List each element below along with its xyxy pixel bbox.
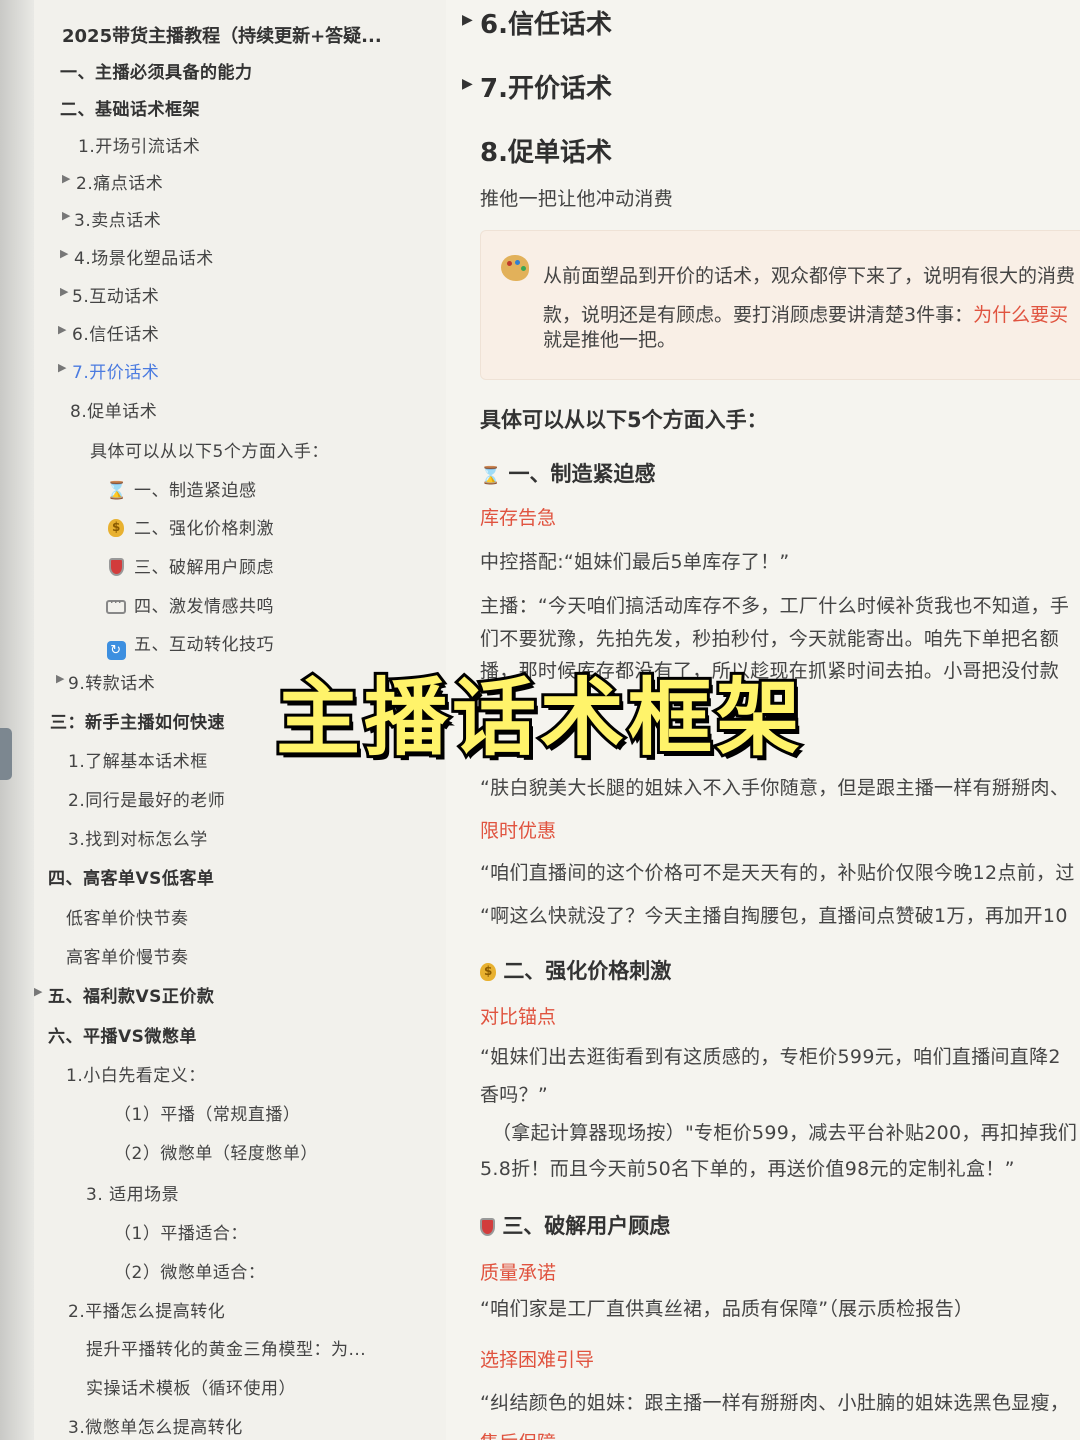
paragraph: （拿起计算器现场按）"专柜价599，减去平台补贴200，再扣掉我们: [492, 1122, 1078, 1144]
caret-right-icon[interactable]: ▶: [462, 76, 473, 92]
paragraph: 们不要犹豫，先拍先发，秒拍秒付，今天就能寄出。咱先下单把名额: [480, 628, 1060, 650]
paragraph: “咱们家是工厂直供真丝裙，品质有保障”（展示质检报告）: [480, 1298, 974, 1320]
document-title[interactable]: 2025带货主播教程（持续更新+答疑...: [62, 22, 382, 48]
outline-item-flat-fit[interactable]: （1）平播适合：: [114, 1219, 248, 1244]
outline-item-trust[interactable]: 6.信任话术: [72, 320, 159, 345]
outline-item-peers[interactable]: 2.同行是最好的老师: [68, 786, 225, 811]
outline-item-concerns[interactable]: 三、破解用户顾虑: [106, 553, 274, 578]
outline-item-closing[interactable]: 8.促单话术: [70, 397, 157, 422]
outline-item-script-template[interactable]: 实操话术模板（循环使用）: [86, 1374, 296, 1399]
five-aspects-heading: 具体可以从以下5个方面入手：: [480, 408, 768, 432]
outline-item-flat-vs-hold[interactable]: 六、平播VS微憋单: [48, 1022, 197, 1047]
heading-trust-script: 6.信任话术: [480, 10, 612, 40]
outline-item-scene[interactable]: 4.场景化塑品话术: [74, 244, 214, 269]
subheading-stock-alert: 库存告急: [480, 507, 557, 529]
outline-item-welfare[interactable]: 五、福利款VS正价款: [48, 982, 214, 1007]
shield-icon: [480, 1218, 495, 1236]
outline-item-pain-point[interactable]: 2.痛点话术: [76, 169, 163, 194]
caret-right-icon[interactable]: ▶: [62, 209, 70, 222]
outline-item-golden-triangle[interactable]: 提升平播转化的黄金三角模型：为...: [86, 1335, 366, 1360]
outline-item-definition[interactable]: 1.小白先看定义：: [66, 1061, 206, 1086]
outline-item-flat-conversion[interactable]: 2.平播怎么提高转化: [68, 1297, 225, 1322]
caret-right-icon[interactable]: ▶: [62, 172, 70, 185]
caret-right-icon[interactable]: ▶: [34, 985, 42, 998]
outline-item-interaction[interactable]: 5.互动话术: [72, 282, 159, 307]
screen: 2025带货主播教程（持续更新+答疑... 一、主播必须具备的能力 二、基础话术…: [0, 0, 1080, 1440]
money-bag-icon: [106, 519, 126, 539]
paragraph: 5.8折！而且今天前50名下单的，再送价值98元的定制礼盒！”: [480, 1158, 1015, 1180]
cycle-icon: ↻: [106, 635, 126, 660]
outline-item-five-aspects[interactable]: 具体可以从以下5个方面入手：: [90, 437, 329, 462]
heading-pricing-script: 7.开价话术: [480, 74, 612, 104]
subheading-choice: 选择困难引导: [480, 1349, 595, 1371]
section-concerns-heading: 三、破解用户顾虑: [480, 1210, 670, 1240]
section-price-heading: 二、强化价格刺激: [480, 955, 671, 985]
outline-item-emotion[interactable]: 四、激发情感共鸣: [106, 592, 274, 617]
callout-text-1: 从前面塑品到开价的话术，观众都停下来了，说明有很大的消费: [543, 265, 1076, 287]
caret-right-icon[interactable]: ▶: [60, 285, 68, 298]
overlay-title: 主播话术框架: [273, 666, 804, 770]
outline-item-high-ticket[interactable]: 高客单价慢节奏: [66, 943, 189, 968]
outline-item-price-stimulus[interactable]: 二、强化价格刺激: [106, 514, 274, 539]
caret-right-icon[interactable]: ▶: [58, 361, 66, 374]
hourglass-icon: ⌛: [106, 481, 128, 501]
outline-item-micro-hold[interactable]: （2）微憋单（轻度憋单）: [114, 1139, 318, 1164]
subheading-limited-offer: 限时优惠: [480, 820, 557, 842]
callout-box: 从前面塑品到开价的话术，观众都停下来了，说明有很大的消费 款，说明还是有顾虑。要…: [480, 230, 1080, 380]
callout-text-2: 款，说明还是有顾虑。要打消顾虑要讲清楚3件事：为什么要买: [543, 304, 1069, 326]
outline-item-low-ticket[interactable]: 低客单价快节奏: [66, 904, 189, 929]
heading-closing-script: 8.促单话术: [480, 138, 612, 168]
outline-item-abilities[interactable]: 一、主播必须具备的能力: [60, 58, 253, 83]
outline-item-urgency[interactable]: ⌛ 一、制造紧迫感: [106, 476, 257, 501]
paragraph: 香吗？”: [480, 1084, 549, 1106]
hourglass-icon: ⌛: [480, 466, 502, 486]
outline-item-ticket-size[interactable]: 四、高客单VS低客单: [48, 864, 214, 889]
paragraph: “姐妹们出去逛街看到有这质感的，专柜价599元，咱们直播间直降2: [480, 1046, 1061, 1068]
subheading-quality: 质量承诺: [480, 1262, 557, 1284]
caret-right-icon[interactable]: ▶: [58, 323, 66, 336]
outline-item-conversion[interactable]: ↻ 五、互动转化技巧: [106, 630, 274, 660]
palette-icon: [501, 255, 529, 281]
caret-right-icon[interactable]: ▶: [462, 12, 473, 28]
paragraph: 中控搭配:“姐妹们最后5单库存了！”: [480, 551, 790, 573]
paragraph: 主播：“今天咱们搞活动库存不多，工厂什么时候补货我也不知道，手: [480, 595, 1070, 617]
caret-right-icon[interactable]: ▶: [60, 247, 68, 260]
closing-description: 推他一把让他冲动消费: [480, 188, 674, 210]
paragraph: “啊这么快就没了？今天主播自掏腰包，直播间点赞破1万，再加开10: [480, 905, 1068, 927]
paragraph: “纠结颜色的姐妹：跟主播一样有掰掰肉、小肚腩的姐妹选黑色显瘦，: [480, 1392, 1070, 1414]
outline-item-benchmark[interactable]: 3.找到对标怎么学: [68, 825, 208, 850]
callout-text-3: 就是推他一把。: [543, 329, 677, 351]
money-bag-icon: [480, 963, 496, 981]
speech-bubble-icon: [106, 596, 126, 617]
subheading-after-sales: 售后保障: [480, 1428, 556, 1440]
outline-item-pricing[interactable]: 7.开价话术: [72, 358, 159, 383]
outline-item-framework[interactable]: 二、基础话术框架: [60, 95, 200, 120]
paragraph: “肤白貌美大长腿的姐妹入不入手你随意，但是跟主播一样有掰掰肉、: [480, 777, 1070, 799]
outline-item-hold-conversion[interactable]: 3.微憋单怎么提高转化: [68, 1413, 243, 1438]
outline-item-selling-point[interactable]: 3.卖点话术: [74, 206, 161, 231]
shield-icon: [106, 558, 126, 578]
paragraph: “咱们直播间的这个价格可不是天天有的，补贴价仅限今晚12点前，过: [480, 862, 1075, 884]
section-urgency-heading: ⌛ 一、制造紧迫感: [480, 462, 656, 486]
outline-item-opening[interactable]: 1.开场引流话术: [78, 132, 200, 157]
outline-item-flat-broadcast[interactable]: （1）平播（常规直播）: [114, 1100, 300, 1125]
subheading-anchor: 对比锚点: [480, 1006, 557, 1028]
outline-item-hold-fit[interactable]: （2）微憋单适合：: [114, 1258, 265, 1283]
outline-item-scenarios[interactable]: 3. 适用场景: [86, 1180, 179, 1205]
